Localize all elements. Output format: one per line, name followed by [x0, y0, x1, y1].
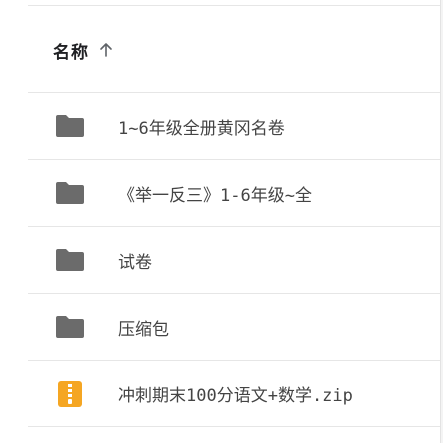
top-divider: [28, 5, 440, 6]
file-name: 1~6年级全册黄冈名卷: [118, 118, 285, 139]
folder-icon: [54, 112, 86, 140]
file-row-folder-shijuan[interactable]: 试卷: [28, 226, 440, 293]
file-list-panel: 名称 1~6年级全册黄冈名卷 《举一反三》1-6年级~全 试卷 压缩包 冲刺期末…: [0, 0, 441, 443]
file-row-folder-juyifansan[interactable]: 《举一反三》1-6年级~全: [28, 159, 440, 226]
file-list: 1~6年级全册黄冈名卷 《举一反三》1-6年级~全 试卷 压缩包 冲刺期末100…: [28, 92, 440, 427]
column-header-label: 名称: [53, 42, 89, 63]
name-column-header[interactable]: 名称: [53, 35, 115, 65]
zip-file-icon: [54, 380, 86, 408]
file-name: 压缩包: [118, 319, 169, 340]
folder-icon: [54, 313, 86, 341]
file-row-folder-yasuobao[interactable]: 压缩包: [28, 293, 440, 360]
folder-icon: [54, 246, 86, 274]
file-name: 冲刺期末100分语文+数学.zip: [118, 386, 353, 406]
sort-ascending-icon[interactable]: [97, 41, 115, 59]
file-row-folder-huanggang[interactable]: 1~6年级全册黄冈名卷: [28, 92, 440, 159]
folder-icon: [54, 179, 86, 207]
file-name: 试卷: [118, 252, 152, 273]
file-name: 《举一反三》1-6年级~全: [118, 185, 312, 206]
file-row-zip[interactable]: 冲刺期末100分语文+数学.zip: [28, 360, 440, 427]
